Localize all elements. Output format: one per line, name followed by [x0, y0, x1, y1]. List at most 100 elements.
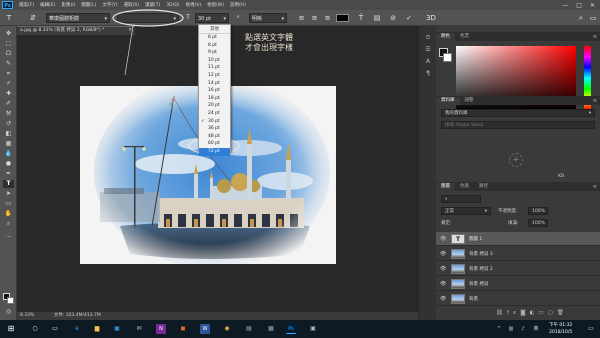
action-center-icon[interactable]: ▭	[586, 324, 596, 334]
layer-filter-select[interactable]: ⌕	[441, 195, 481, 203]
library-select[interactable]: 我的資料庫 ▾	[441, 109, 595, 117]
font-size-option[interactable]: 8 pt	[199, 42, 230, 50]
blend-mode-select[interactable]: 正常 ▾	[441, 207, 491, 215]
mail-icon[interactable]: ✉	[134, 324, 144, 334]
font-size-option[interactable]: 60 pt	[199, 140, 230, 148]
panel-menu-icon[interactable]: ≡	[593, 97, 600, 105]
font-size-option-label: 6 pt	[208, 35, 217, 40]
font-size-option[interactable]: 6 pt	[199, 34, 230, 42]
store-icon[interactable]: ▣	[112, 324, 122, 334]
media-icon[interactable]: ◼	[178, 324, 188, 334]
volume-icon[interactable]: ♪	[518, 324, 528, 334]
layer-row[interactable]: 👁 背景 拷貝	[436, 277, 600, 291]
tab-libraries[interactable]: 資料庫	[436, 97, 460, 105]
library-select-value: 我的資料庫	[445, 111, 468, 116]
onenote-icon[interactable]: N	[156, 324, 166, 334]
fill-field[interactable]: 100%	[528, 219, 548, 227]
layer-name: 圖層 1	[469, 237, 483, 242]
lock-label: 鎖定:	[441, 221, 452, 226]
font-size-option[interactable]: 18 pt	[199, 95, 230, 103]
delete-layer-icon[interactable]: 🗑	[557, 310, 568, 316]
edge-browser-icon[interactable]: e	[72, 324, 82, 334]
font-size-option[interactable]: 16 pt	[199, 87, 230, 95]
tab-color[interactable]: 顏色	[436, 33, 455, 41]
visibility-eye-icon[interactable]: 👁	[440, 236, 446, 242]
task-view-icon[interactable]: ▭	[50, 324, 60, 334]
layer-row[interactable]: 👁 背景 拷貝 3	[436, 247, 600, 261]
font-size-option[interactable]: 48 pt	[199, 133, 230, 141]
new-layer-icon[interactable]: ▢	[548, 310, 557, 316]
font-size-other[interactable]: 其他	[199, 25, 230, 34]
opacity-value: 100%	[532, 209, 545, 214]
font-size-option[interactable]: 14 pt	[199, 80, 230, 88]
photos-icon[interactable]: ▤	[244, 324, 254, 334]
font-size-option[interactable]: 20 pt	[199, 102, 230, 110]
taskbar-clock[interactable]: 下午 01:32 2018/10/5	[549, 322, 572, 336]
font-size-option-label: 14 pt	[208, 80, 220, 86]
history-panel-icon[interactable]: ⏲	[423, 34, 433, 42]
visibility-eye-icon[interactable]: 👁	[440, 296, 446, 302]
font-size-option-label: 30 pt	[208, 118, 220, 124]
panel-menu-icon[interactable]: ≡	[593, 183, 600, 191]
layers-bottom-bar: ⛓fx◙◐▭▢🗑	[496, 310, 568, 316]
tab-channels[interactable]: 色版	[455, 183, 474, 191]
visibility-eye-icon[interactable]: 👁	[440, 281, 446, 287]
document-info[interactable]: 文件: 103.4M/413.7M	[54, 313, 101, 318]
layers-panel-tabs: 圖層 色版 路徑 ≡	[436, 182, 600, 191]
visibility-eye-icon[interactable]: 👁	[440, 266, 446, 272]
tab-layers[interactable]: 圖層	[436, 183, 455, 191]
add-content-icon[interactable]: +	[509, 153, 523, 167]
app-icon-2[interactable]: ▣	[308, 324, 318, 334]
windows-start-icon[interactable]: ⊞	[6, 324, 16, 334]
layer-style-icon[interactable]: fx	[507, 310, 520, 316]
search-icon[interactable]: ○	[30, 324, 40, 334]
font-size-dropdown: 其他 6 pt 8 pt 9 pt 10 pt 11 pt 12 pt 14 pt 16 pt…	[198, 24, 231, 156]
adobe-stock-search[interactable]: 搜尋 Adobe Stock	[441, 121, 595, 129]
tab-adjustments[interactable]: 調整	[460, 97, 479, 105]
network-icon[interactable]: ▥	[506, 324, 516, 334]
font-size-option[interactable]: 72 pt	[199, 147, 230, 156]
tab-paths[interactable]: 路徑	[474, 183, 493, 191]
new-group-icon[interactable]: ▭	[538, 310, 547, 316]
annotation-line-2: 才會出現字樣	[245, 43, 293, 52]
layer-row[interactable]: 👁 背景	[436, 292, 600, 306]
visibility-eye-icon[interactable]: 👁	[440, 251, 446, 257]
font-size-option[interactable]: 10 pt	[199, 57, 230, 65]
font-size-option-label: 12 pt	[208, 72, 220, 78]
tab-swatches[interactable]: 色票	[455, 33, 474, 41]
zoom-level[interactable]: 8.33%	[20, 313, 34, 318]
panel-background-swatch[interactable]	[443, 53, 452, 62]
chrome-icon[interactable]: ◉	[222, 324, 232, 334]
font-size-option[interactable]: 24 pt	[199, 110, 230, 118]
panel-menu-icon[interactable]: ≡	[593, 33, 600, 41]
ime-indicator[interactable]: 英	[531, 324, 541, 334]
font-size-option-label: 10 pt	[208, 57, 220, 63]
font-size-option[interactable]: ✓ 30 pt	[199, 118, 230, 126]
layer-row[interactable]: 👁 T 圖層 1	[436, 232, 600, 246]
font-size-option-label: 11 pt	[208, 65, 220, 71]
font-size-option[interactable]: 36 pt	[199, 125, 230, 133]
type-layer-thumbnail: T	[451, 234, 465, 244]
library-panel-tabs: 資料庫 調整 ≡	[436, 96, 600, 105]
layer-thumbnail	[451, 249, 465, 259]
font-size-option[interactable]: 9 pt	[199, 49, 230, 57]
link-layers-icon[interactable]: ⛓	[496, 310, 507, 316]
add-mask-icon[interactable]: ◙	[520, 310, 529, 316]
font-size-option[interactable]: 11 pt	[199, 64, 230, 72]
character-panel-icon[interactable]: A	[423, 58, 433, 66]
checkmark-icon: ✓	[201, 118, 205, 124]
windows-taskbar: ⊞ ○ ▭ e ▆ ▣ ✉ N ◼ W ◉ ▤ ▦ Ps ▣ ^ ▥ ♪ 英 下…	[0, 320, 600, 338]
tray-chevron-icon[interactable]: ^	[494, 324, 504, 334]
app-icon[interactable]: ▦	[266, 324, 276, 334]
file-explorer-icon[interactable]: ▆	[92, 324, 102, 334]
layer-row[interactable]: 👁 背景 拷貝 2	[436, 262, 600, 276]
right-panels: 顏色 色票 ≡ 資料庫 調整 ≡ 我的資料庫 ▾ 搜尋 Adobe Stock …	[436, 26, 600, 320]
paragraph-panel-icon[interactable]: ¶	[423, 70, 433, 78]
color-panel-tabs: 顏色 色票 ≡	[436, 32, 600, 41]
opacity-field[interactable]: 100%	[528, 207, 548, 215]
font-size-option[interactable]: 12 pt	[199, 72, 230, 80]
word-icon[interactable]: W	[200, 324, 210, 334]
properties-panel-icon[interactable]: ☰	[423, 46, 433, 54]
annotation-pointer-line	[124, 25, 134, 76]
photoshop-taskbar-icon[interactable]: Ps	[286, 324, 296, 334]
